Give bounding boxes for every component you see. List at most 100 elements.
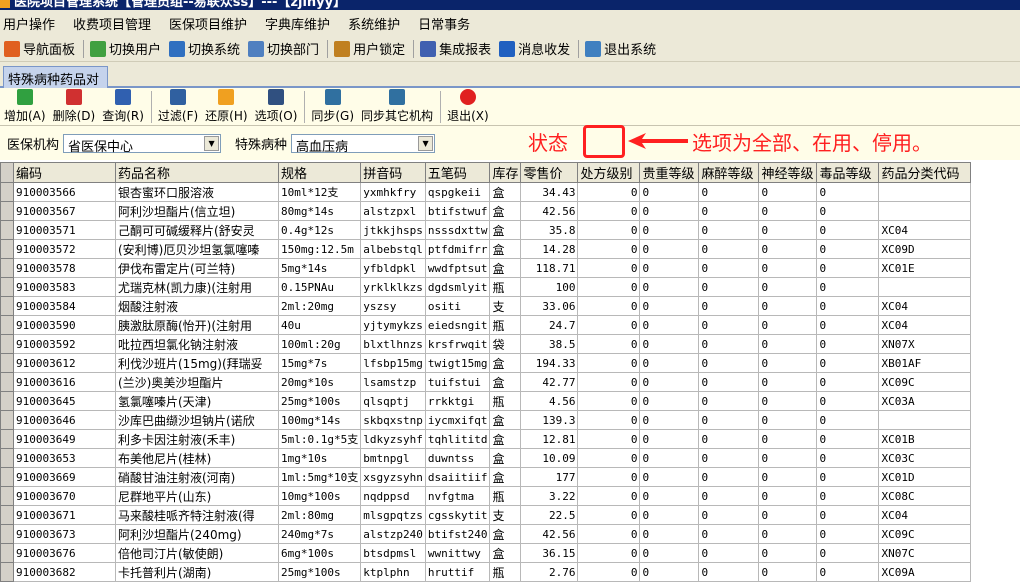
toolbar-button-2[interactable]: 切换系统 — [169, 39, 240, 58]
table-row[interactable]: 910003653 布美他尼片(桂林) 1mg*10s bmtnpgl duwntss 盒… — [0, 448, 972, 468]
row-selector[interactable] — [0, 296, 14, 316]
table-row[interactable]: 910003572 (安利博)厄贝沙坦氢氯噻嗪 150mg:12.5m albebst… — [0, 239, 972, 259]
table-row[interactable]: 910003578 伊伐布雷定片(可兰特) 5mg*14s yfbldpkl wwdfp… — [0, 258, 972, 278]
cell-11: 0 — [816, 258, 880, 278]
action-button-7[interactable]: 同步其它机构 — [361, 88, 433, 125]
action-button-1[interactable]: 删除(D) — [53, 88, 95, 125]
table-row[interactable]: 910003616 (兰沙)奥美沙坦酯片 20mg*10s lsamstzp tuifs… — [0, 372, 972, 392]
column-header-9[interactable]: 麻醉等级 — [698, 162, 760, 183]
cell-7: 0 — [577, 391, 641, 411]
row-selector[interactable] — [0, 543, 14, 563]
menu-item-3[interactable]: 字典库维护 — [265, 14, 330, 33]
row-selector[interactable] — [0, 315, 14, 335]
column-header-0[interactable]: 编码 — [13, 162, 116, 183]
table-row[interactable]: 910003584 烟酸注射液 2ml:20mg yszsy ositi 支 33.06 0 0… — [0, 296, 972, 316]
row-selector[interactable] — [0, 410, 14, 430]
row-selector[interactable] — [0, 182, 14, 202]
row-selector[interactable] — [0, 505, 14, 525]
menu-item-5[interactable]: 日常事务 — [418, 14, 470, 33]
row-selector[interactable] — [0, 486, 14, 506]
column-header-11[interactable]: 毒品等级 — [816, 162, 880, 183]
table-row[interactable]: 910003567 阿利沙坦酯片(信立坦) 80mg*14s alstzpxl btif… — [0, 201, 972, 221]
menu-item-0[interactable]: 用户操作 — [3, 14, 55, 33]
table-row[interactable]: 910003673 阿利沙坦酯片(240mg) 240mg*7s alstzp240 b… — [0, 524, 972, 544]
column-header-2[interactable]: 规格 — [277, 162, 362, 183]
column-header-3[interactable]: 拼音码 — [360, 162, 426, 183]
row-selector[interactable] — [0, 429, 14, 449]
row-selector[interactable] — [0, 524, 14, 544]
column-header-12[interactable]: 药品分类代码 — [878, 162, 972, 183]
cell-5: 盒 — [489, 543, 522, 563]
action-button-2[interactable]: 查询(R) — [102, 88, 144, 125]
column-header-8[interactable]: 贵重等级 — [639, 162, 700, 183]
table-row[interactable]: 910003592 吡拉西坦氯化钠注射液 100ml:20g blxtlhnzs krs… — [0, 334, 972, 354]
row-selector[interactable] — [0, 353, 14, 373]
table-row[interactable]: 910003671 马来酸桂哌齐特注射液(得 2ml:80mg mlsgpqtzs cg… — [0, 505, 972, 525]
menu-item-1[interactable]: 收费项目管理 — [73, 14, 151, 33]
cell-8: 0 — [639, 372, 700, 392]
row-selector[interactable] — [0, 372, 14, 392]
cell-9: 0 — [698, 372, 760, 392]
row-selector[interactable] — [0, 467, 14, 487]
chevron-down-icon[interactable]: ▼ — [204, 135, 220, 151]
row-selector[interactable] — [0, 201, 14, 221]
row-selector[interactable] — [0, 448, 14, 468]
menu-item-2[interactable]: 医保项目维护 — [169, 14, 247, 33]
table-row[interactable]: 910003676 倍他司汀片(敏使朗) 6mg*100s btsdpmsl wwnit… — [0, 543, 972, 563]
table-row[interactable]: 910003682 卡托普利片(湖南) 25mg*100s ktplphn hrutti… — [0, 562, 972, 582]
action-button-5[interactable]: 选项(O) — [255, 88, 297, 125]
toolbar-button-4[interactable]: 用户锁定 — [334, 39, 405, 58]
cell-2: 2ml:80mg — [277, 505, 362, 525]
action-button-0[interactable]: 增加(A) — [4, 88, 46, 125]
tab-special-disease-drugs[interactable]: 特殊病种药品对应 — [3, 66, 108, 107]
cell-3: bmtnpgl — [360, 448, 426, 468]
table-row[interactable]: 910003571 己酮可可碱缓释片(舒安灵 0.4g*12s jtkkjhsps ns… — [0, 220, 972, 240]
column-header-4[interactable]: 五笔码 — [424, 162, 491, 183]
cell-7: 0 — [577, 277, 641, 297]
column-header-5[interactable]: 库存 — [489, 162, 522, 183]
cell-6: 100 — [520, 277, 579, 297]
table-row[interactable]: 910003566 银杏蜜环口服溶液 10ml*12支 yxmhkfry qspgkei… — [0, 182, 972, 202]
cell-10: 0 — [758, 505, 818, 525]
row-selector[interactable] — [0, 391, 14, 411]
menu-item-4[interactable]: 系统维护 — [348, 14, 400, 33]
row-selector[interactable] — [0, 220, 14, 240]
row-selector[interactable] — [0, 334, 14, 354]
toolbar-button-0[interactable]: 导航面板 — [4, 39, 75, 58]
cell-8: 0 — [639, 258, 700, 278]
row-selector[interactable] — [0, 258, 14, 278]
column-header-10[interactable]: 神经等级 — [758, 162, 818, 183]
column-header-6[interactable]: 零售价 — [520, 162, 579, 183]
table-row[interactable]: 910003669 硝酸甘油注射液(河南) 1ml:5mg*10支 xsgyzsyhn… — [0, 467, 972, 487]
table-row[interactable]: 910003646 沙库巴曲缬沙坦钠片(诺欣 100mg*14s skbqxstnp i… — [0, 410, 972, 430]
row-selector[interactable] — [0, 277, 14, 297]
action-button-4[interactable]: 还原(H) — [205, 88, 248, 125]
row-selector[interactable] — [0, 239, 14, 259]
disease-select[interactable]: 高血压病 ▼ — [291, 133, 436, 155]
row-selector[interactable] — [0, 562, 14, 582]
action-button-8[interactable]: 退出(X) — [447, 88, 489, 125]
table-row[interactable]: 910003649 利多卡因注射液(禾丰) 5ml:0.1g*5支 ldkyzsyhf… — [0, 429, 972, 449]
table-row[interactable]: 910003612 利伐沙班片(15mg)(拜瑞妥 15mg*7s lfsbp15mg… — [0, 353, 972, 373]
action-button-3[interactable]: 过滤(F) — [158, 88, 198, 125]
table-row[interactable]: 910003670 尼群地平片(山东) 10mg*100s nqdppsd nvfgtm… — [0, 486, 972, 506]
table-row[interactable]: 910003590 胰激肽原酶(怡开)(注射用 40u yjtymykzs eiedsn… — [0, 315, 972, 335]
cell-6: 34.43 — [520, 182, 579, 202]
table-row[interactable]: 910003645 氢氯噻嗪片(天津) 25mg*100s qlsqptj rrkktg… — [0, 391, 972, 411]
cell-9: 0 — [698, 182, 760, 202]
toolbar-button-7[interactable]: 退出系统 — [585, 39, 656, 58]
toolbar-button-5[interactable]: 集成报表 — [420, 39, 491, 58]
table-row[interactable]: 910003583 尤瑞克林(凯力康)(注射用 0.15PNAu yrklklkzs d… — [0, 277, 972, 297]
cell-8: 0 — [639, 410, 700, 430]
org-select[interactable]: 省医保中心 ▼ — [63, 133, 222, 155]
column-header-1[interactable]: 药品名称 — [115, 162, 279, 183]
toolbar-button-3[interactable]: 切换部门 — [248, 39, 319, 58]
toolbar-button-1[interactable]: 切换用户 — [90, 39, 161, 58]
cell-0: 910003669 — [13, 467, 116, 487]
column-header-7[interactable]: 处方级别 — [577, 162, 641, 183]
action-button-6[interactable]: 同步(G) — [311, 88, 354, 125]
chevron-down-icon[interactable]: ▼ — [418, 135, 434, 151]
toolbar-button-6[interactable]: 消息收发 — [499, 39, 570, 58]
switch-user-icon — [90, 40, 107, 57]
drug-table: 编码 药品名称 规格 拼音码 五笔码 库存 零售价 处方级别 贵重等级 麻醉等级 神经等级 毒品等级药… — [0, 162, 972, 582]
